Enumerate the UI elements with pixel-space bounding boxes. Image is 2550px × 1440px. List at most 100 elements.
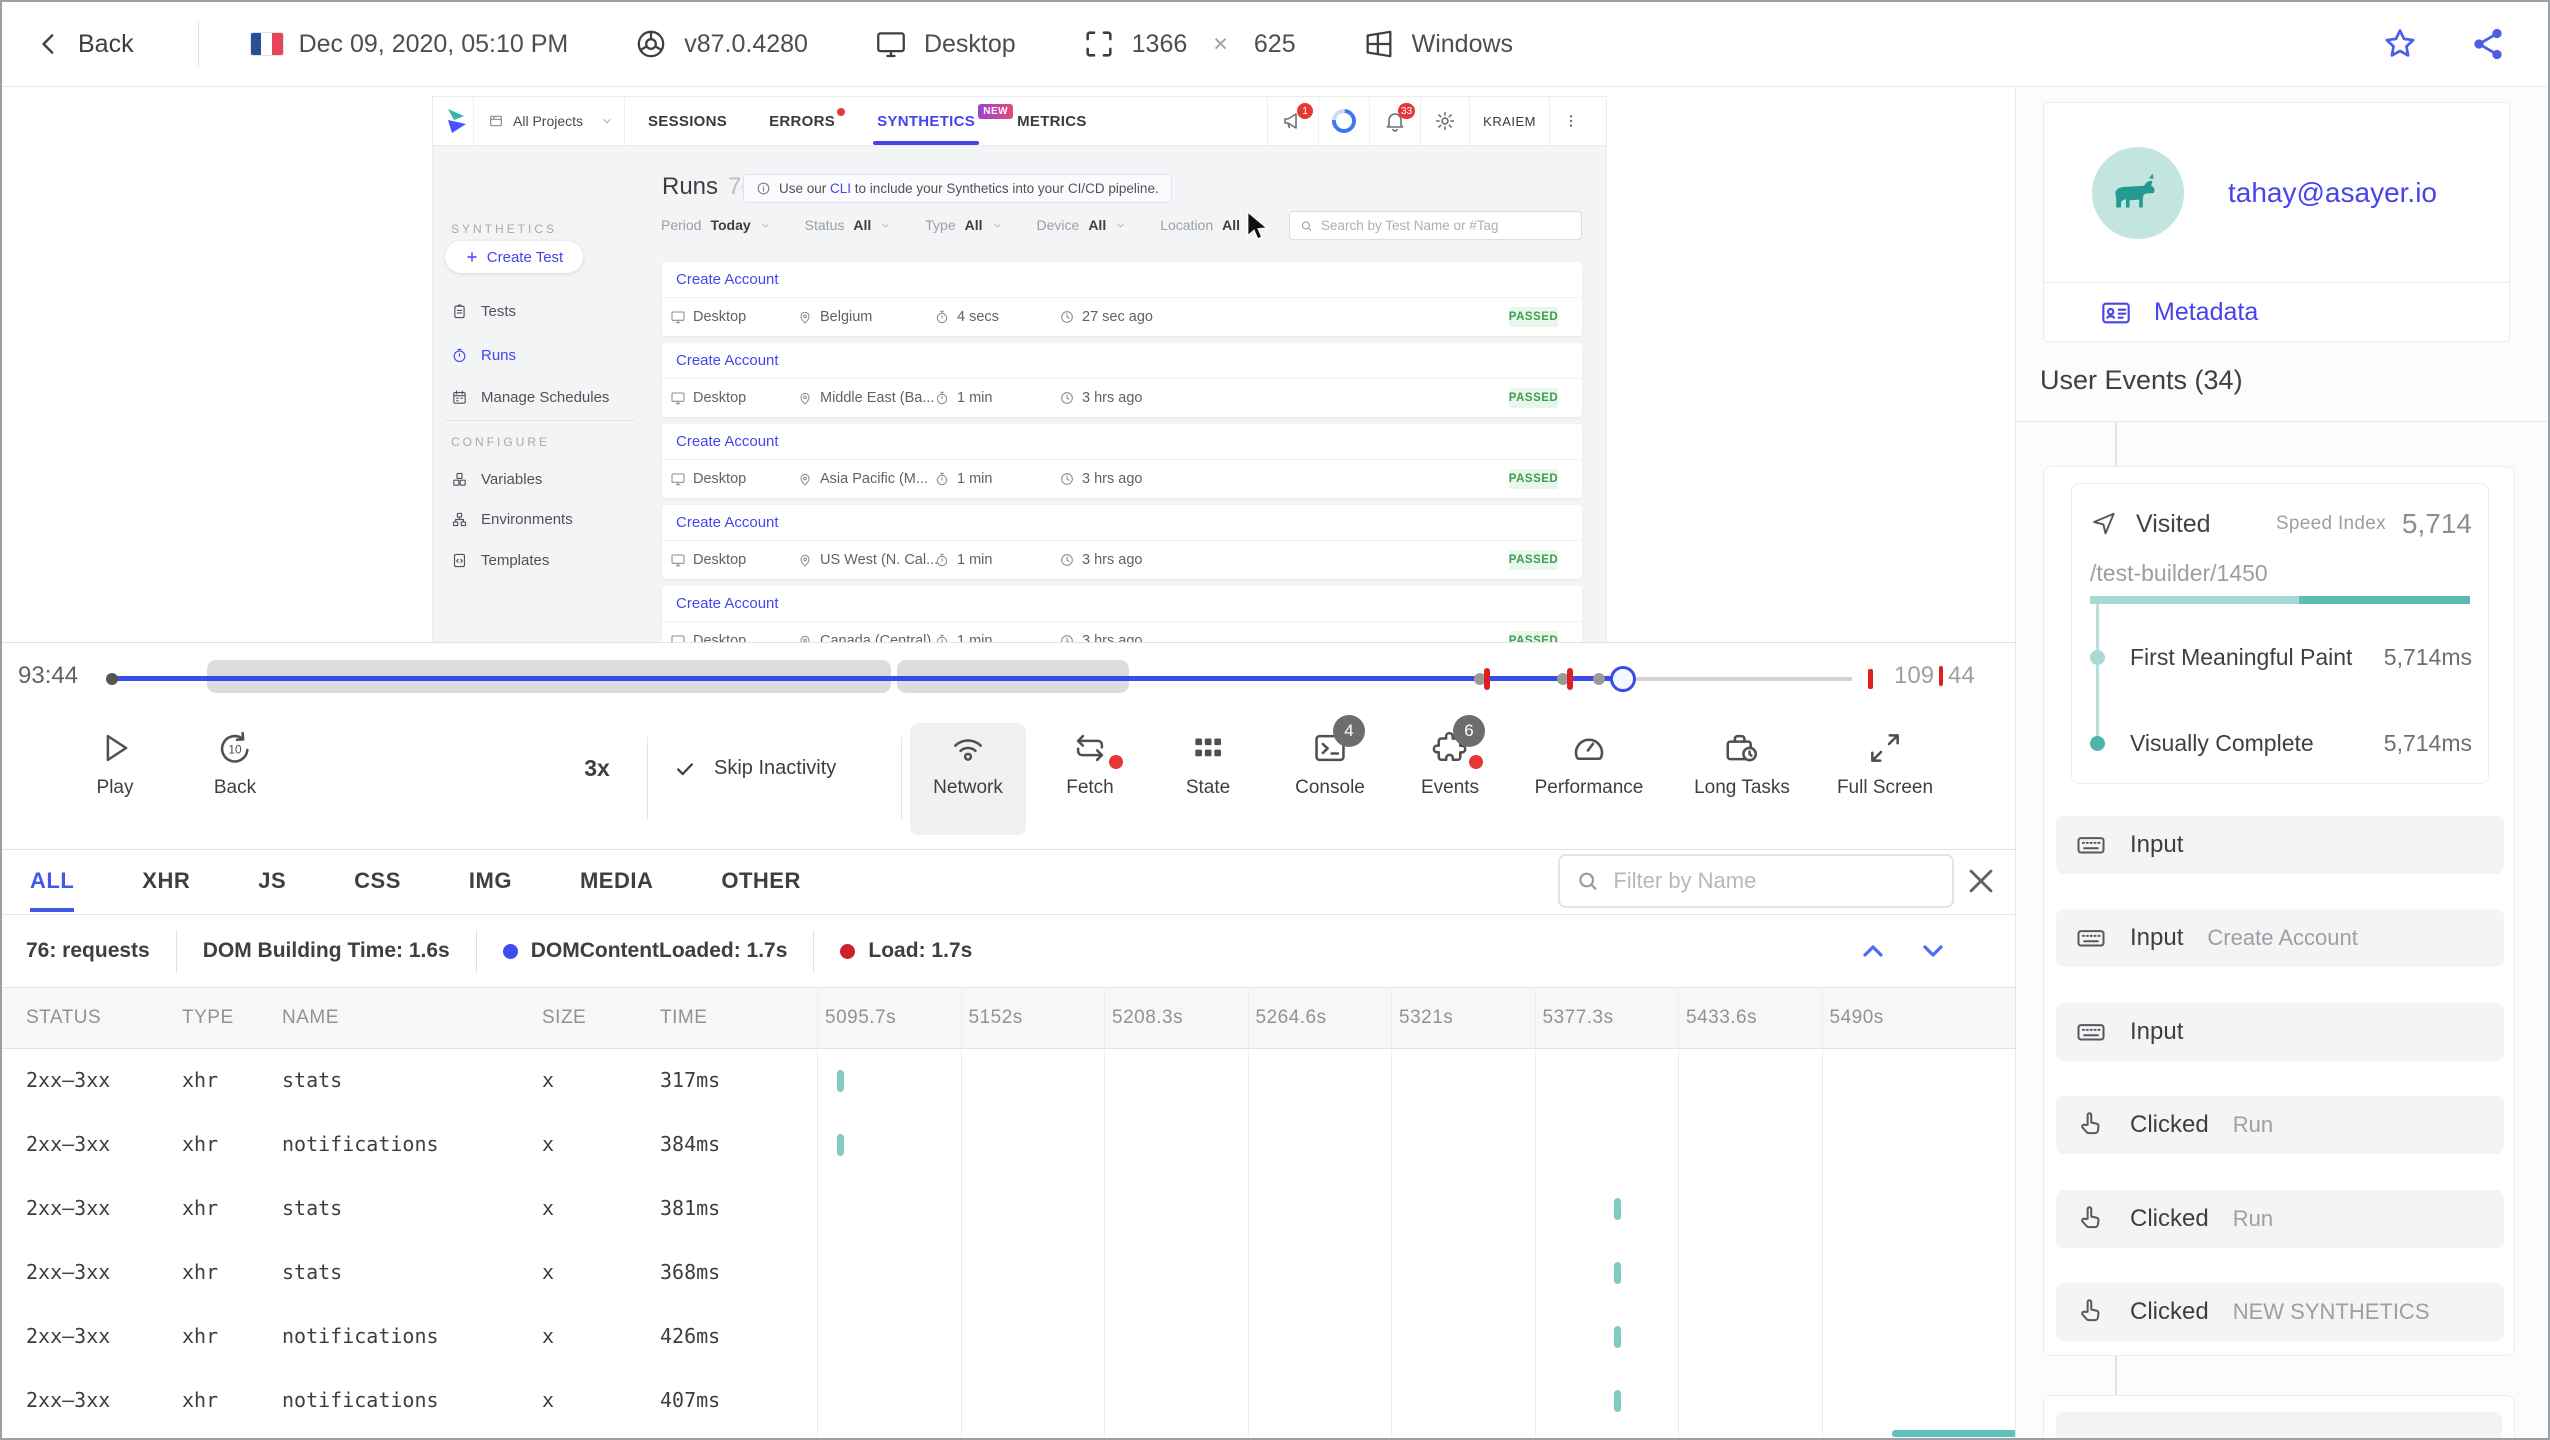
request-time: 368ms: [660, 1260, 721, 1284]
metadata-button[interactable]: Metadata: [2044, 282, 2509, 342]
domcontentloaded-time: DOMContentLoaded: 1.7s: [530, 939, 788, 962]
user-event-row[interactable]: Input Create Account: [2056, 909, 2504, 967]
network-request-row[interactable]: 2xx–3xx xhr stats x 368ms: [2, 1241, 2015, 1305]
request-type: xhr: [182, 1132, 219, 1156]
visited-event-card[interactable]: Visited Speed Index 5,714 /test-builder/…: [2071, 483, 2489, 784]
stopwatch-icon: [934, 633, 950, 642]
resolution-width: 1366: [1131, 29, 1188, 58]
runs-filters: Period Today Status All Type All Device All Loca…: [661, 217, 1260, 233]
pin-icon: [797, 471, 813, 487]
panel-label: Performance: [1534, 777, 1644, 798]
back-button[interactable]: Back: [36, 30, 134, 59]
run-cell-text: Asia Pacific (M...: [820, 471, 928, 487]
request-type: xhr: [182, 1260, 219, 1284]
filter-label: Period: [661, 217, 702, 233]
event-row[interactable]: [2056, 1412, 2502, 1438]
replay-stage[interactable]: All Projects SESSIONS ERRORS SYNTHETICS NEW…: [2, 87, 2015, 643]
run-title-link: Create Account: [662, 505, 1582, 541]
alert-dot: [1469, 755, 1483, 769]
time-column-header: 5152s: [968, 1007, 1023, 1028]
network-tab-other[interactable]: OTHER: [721, 868, 801, 912]
user-event-row[interactable]: Input: [2056, 1003, 2504, 1061]
hand-pointer-icon: [2076, 1110, 2106, 1140]
longtasks-panel-button[interactable]: Long Tasks: [1682, 723, 1802, 835]
column-header-time: TIME: [660, 1007, 708, 1028]
network-request-row[interactable]: 2xx–3xx xhr notifications x 384ms: [2, 1113, 2015, 1177]
visited-path: /test-builder/1450: [2090, 560, 2268, 586]
user-event-row[interactable]: Clicked NEW SYNTHETICS: [2056, 1283, 2504, 1341]
fullscreen-panel-button[interactable]: Full Screen: [1825, 723, 1945, 835]
run-cell-text: 3 hrs ago: [1082, 471, 1143, 487]
filter-label: Type: [925, 217, 956, 233]
run-cell-text: 1 min: [957, 390, 993, 406]
request-type: xhr: [182, 1388, 219, 1412]
share-icon[interactable]: [2470, 26, 2506, 62]
user-event-row[interactable]: Clicked Run: [2056, 1190, 2504, 1248]
total-minutes: 109: [1894, 662, 1935, 689]
run-cell: Desktop: [670, 541, 746, 579]
run-title-link: Create Account: [662, 424, 1582, 460]
user-event-row[interactable]: Clicked Run: [2056, 1096, 2504, 1154]
jump-next-icon[interactable]: [1917, 935, 1949, 967]
os-text: Windows: [1411, 29, 1514, 58]
desktop-icon: [670, 633, 686, 642]
issue-marker[interactable]: [1567, 668, 1573, 690]
network-request-row[interactable]: 2xx–3xx xhr stats x 381ms: [2, 1177, 2015, 1241]
replayed-tab-metrics: METRICS: [1017, 112, 1087, 130]
performance-panel-button[interactable]: Performance: [1529, 723, 1649, 835]
issue-marker[interactable]: [1484, 668, 1490, 690]
run-row: Desktop Canada (Central) 1 min 3 hrs ago PAS…: [662, 622, 1582, 642]
run-cell: Canada (Central): [797, 622, 931, 642]
cli-info-banner: Use our CLI to include your Synthetics i…: [743, 174, 1172, 203]
network-tab-all[interactable]: ALL: [30, 868, 75, 912]
fetch-panel-button[interactable]: Fetch: [1030, 723, 1150, 835]
network-filter-input[interactable]: [1613, 868, 1936, 894]
network-tab-css[interactable]: CSS: [354, 868, 401, 912]
network-request-row[interactable]: 2xx–3xx xhr notifications x 407ms: [2, 1369, 2015, 1433]
request-size: x: [542, 1196, 555, 1220]
event-type-label: Input: [2130, 1018, 2184, 1045]
search-icon: [1579, 872, 1597, 890]
network-panel-button[interactable]: Network: [910, 723, 1026, 835]
skip-inactivity-toggle[interactable]: Skip Inactivity: [674, 757, 836, 780]
playback-timeline[interactable]: 93:44 109 44: [2, 643, 2015, 707]
sidebar-item-label: Runs: [481, 346, 517, 364]
request-type: xhr: [182, 1196, 219, 1220]
network-tab-img[interactable]: IMG: [469, 868, 512, 912]
playback-speed-button[interactable]: 3x: [562, 755, 632, 782]
project-selector-label: All Projects: [513, 113, 584, 129]
visited-label: Visited: [2136, 509, 2211, 538]
filter-value: All: [1088, 217, 1107, 233]
play-button[interactable]: Play: [60, 723, 170, 835]
console-panel-button[interactable]: 4 Console: [1270, 715, 1390, 835]
request-status: 2xx–3xx: [26, 1388, 111, 1412]
events-panel-button[interactable]: 6 Events: [1390, 715, 1510, 835]
network-tab-media[interactable]: MEDIA: [580, 868, 653, 912]
favorite-star-icon[interactable]: [2382, 26, 2418, 62]
jump-prev-icon[interactable]: [1857, 935, 1889, 967]
runs-search-input: [1320, 218, 1571, 233]
user-event-row[interactable]: Input: [2056, 816, 2504, 874]
playhead[interactable]: [1610, 666, 1636, 692]
request-time: 381ms: [660, 1196, 721, 1220]
network-request-row[interactable]: 2xx–3xx xhr notifications x 426ms: [2, 1305, 2015, 1369]
chrome-icon: [637, 30, 665, 58]
network-tab-xhr[interactable]: XHR: [142, 868, 190, 912]
user-email[interactable]: tahay@asayer.io: [2228, 177, 2437, 209]
state-panel-button[interactable]: State: [1148, 723, 1268, 835]
back-10-button[interactable]: 10 Back: [180, 723, 290, 835]
check-icon: [677, 762, 693, 775]
network-request-row[interactable]: 2xx–3xx xhr stats x 317ms: [2, 1049, 2015, 1113]
pin-icon: [797, 309, 813, 325]
timeline-progress[interactable]: [112, 676, 1623, 681]
close-panel-icon[interactable]: [1964, 864, 1998, 898]
network-tab-js[interactable]: JS: [258, 868, 286, 912]
sidebar-item-label: Templates: [481, 551, 550, 569]
timeline-start-dot: [106, 673, 118, 685]
player-controls: Play 10 Back 3x Skip Inactivity Network F…: [2, 707, 2015, 850]
horizontal-scrollbar[interactable]: [1892, 1430, 2018, 1437]
timeline-remaining[interactable]: [1623, 677, 1852, 681]
issue-marker[interactable]: [1868, 669, 1873, 689]
hierarchy-icon: [451, 511, 468, 528]
resolution-brackets-icon: [1086, 31, 1112, 57]
